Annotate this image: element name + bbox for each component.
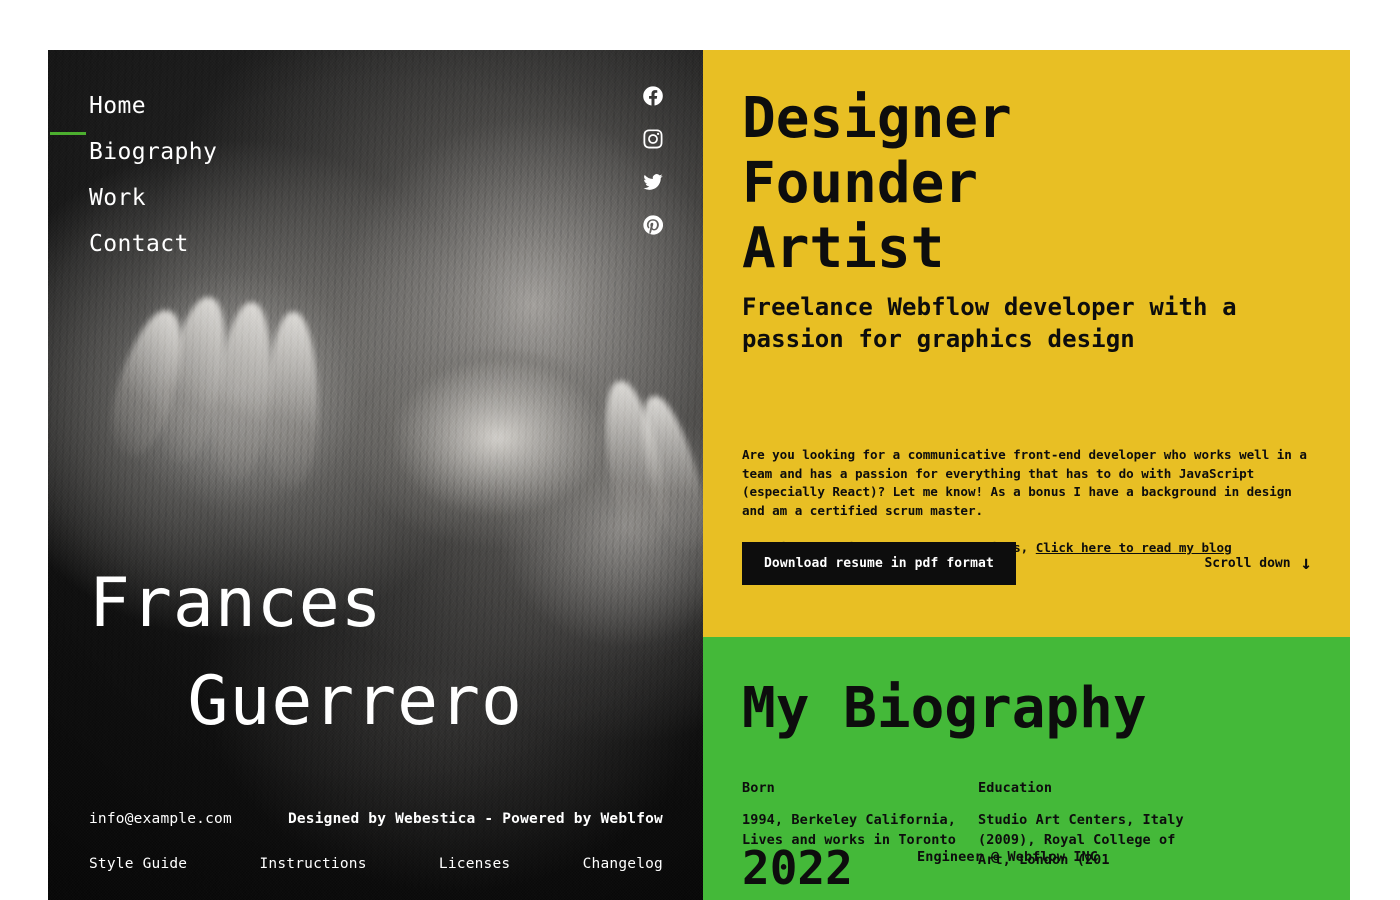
right-column: Designer Founder Artist Freelance Webflo…	[703, 50, 1350, 900]
nav-item-contact[interactable]: Contact	[89, 221, 217, 267]
arrow-down-icon: ↓	[1300, 552, 1312, 574]
scroll-down-indicator[interactable]: Scroll down ↓	[1204, 554, 1312, 573]
intro-paragraph: Are you looking for a communicative fron…	[742, 447, 1307, 518]
hero-name-last: Guerrero	[187, 662, 523, 741]
footer-credit: Designed by Webestica - Powered by Weblf…	[287, 811, 663, 827]
footer-link-changelog[interactable]: Changelog	[583, 856, 663, 872]
footer-links: Style Guide Instructions Licenses Change…	[89, 856, 663, 872]
intro-blurb: Are you looking for a communicative fron…	[742, 446, 1312, 558]
footer-link-licenses[interactable]: Licenses	[439, 856, 510, 872]
biography-heading: My Biography	[742, 676, 1147, 741]
timeline-year: 2022	[742, 841, 853, 895]
active-nav-indicator	[50, 132, 86, 135]
twitter-icon[interactable]	[642, 171, 664, 193]
biography-column-title: Education	[978, 780, 1053, 796]
intro-tagline: Freelance Webflow developer with a passi…	[742, 293, 1237, 353]
hero-name-first: Frances	[89, 564, 383, 643]
footer-link-style-guide[interactable]: Style Guide	[89, 856, 187, 872]
nav-item-work[interactable]: Work	[89, 175, 217, 221]
nav-item-home[interactable]: Home	[89, 83, 217, 129]
social-links	[642, 85, 664, 236]
hero-footer: info@example.com Designed by Webestica -…	[89, 811, 663, 872]
content-frame: Home Biography Work Contact Frances Guer…	[48, 50, 1350, 900]
hero-name: Frances Guerrero	[89, 555, 663, 751]
biography-column-title: Born	[742, 780, 775, 796]
intro-heading-line-2: Founder	[742, 151, 979, 216]
intro-heading-line-1: Designer	[742, 86, 1012, 151]
intro-panel: Designer Founder Artist Freelance Webflo…	[703, 50, 1350, 637]
intro-heading-line-3: Artist	[742, 216, 945, 281]
footer-link-instructions[interactable]: Instructions	[259, 856, 366, 872]
main-navigation: Home Biography Work Contact	[50, 83, 217, 267]
page-root: Home Biography Work Contact Frances Guer…	[0, 0, 1400, 900]
download-resume-button[interactable]: Download resume in pdf format	[742, 542, 1016, 585]
intro-cta-row: Download resume in pdf format Scroll dow…	[742, 542, 1312, 585]
scroll-down-label: Scroll down	[1204, 556, 1291, 571]
intro-heading: Designer Founder Artist	[742, 86, 1312, 281]
contact-email[interactable]: info@example.com	[89, 811, 232, 827]
pinterest-icon[interactable]	[642, 214, 664, 236]
facebook-icon[interactable]	[642, 85, 664, 107]
footer-top-row: info@example.com Designed by Webestica -…	[89, 811, 663, 827]
biography-timeline-entry: 2022 Engineer @ Webflow INC	[742, 843, 1312, 893]
instagram-icon[interactable]	[642, 128, 664, 150]
hero-panel: Home Biography Work Contact Frances Guer…	[48, 50, 703, 900]
nav-item-biography[interactable]: Biography	[89, 129, 217, 175]
biography-panel: My Biography Born 1994, Berkeley Califor…	[703, 637, 1350, 900]
timeline-role: Engineer @ Webflow INC	[917, 849, 1099, 865]
